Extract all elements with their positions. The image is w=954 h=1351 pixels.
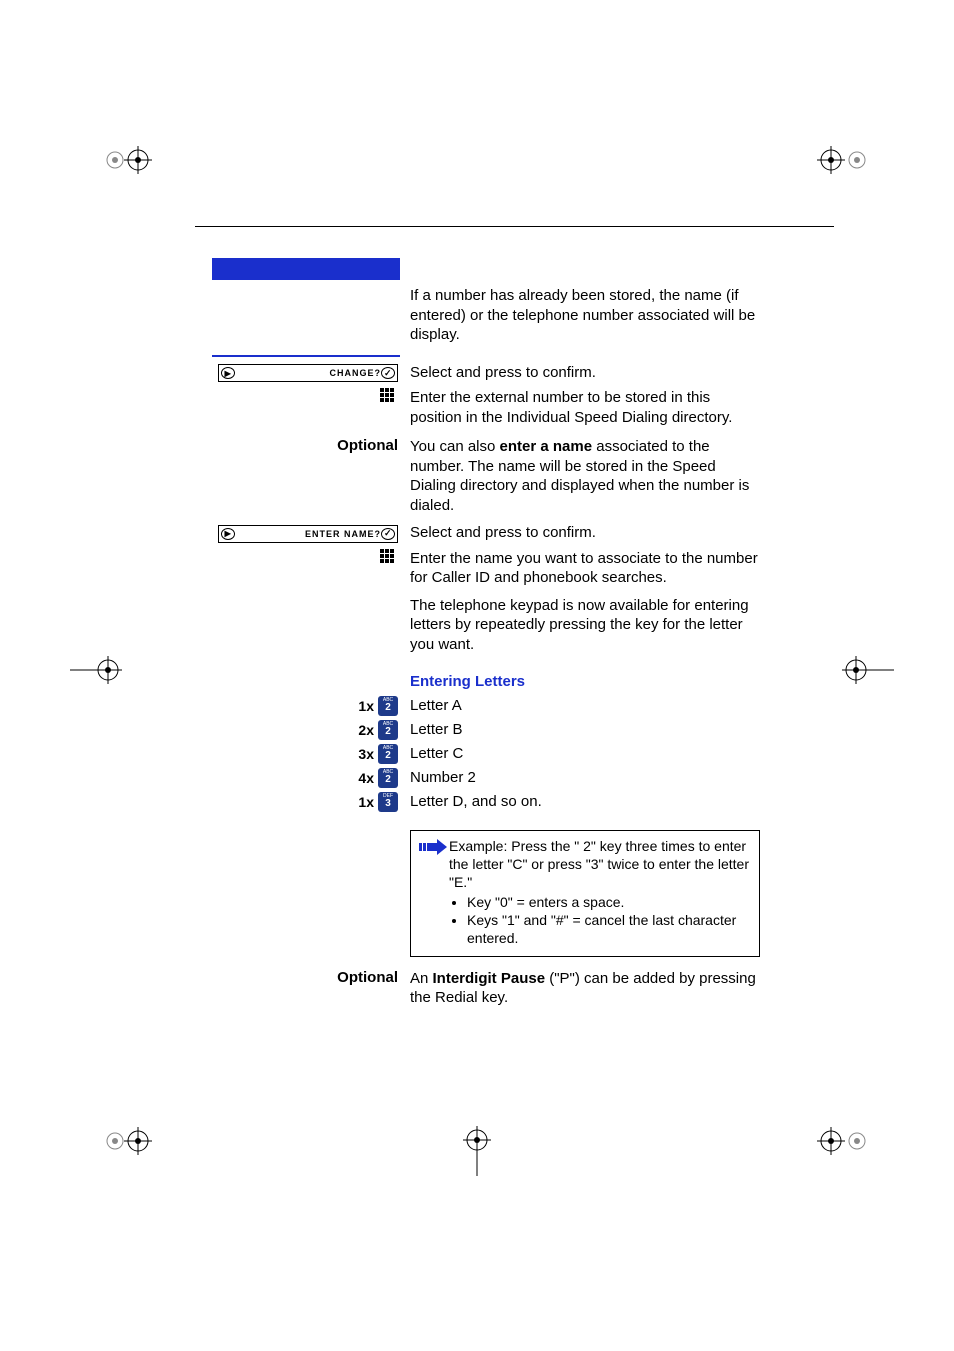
letter-row: 2xABC2Letter B — [212, 720, 760, 740]
optional-label-1: Optional — [337, 437, 398, 454]
letter-desc: Letter B — [402, 721, 760, 738]
keypad-icon — [380, 549, 398, 567]
letter-desc: Letter C — [402, 745, 760, 762]
letter-row: 1xABC2Letter A — [212, 696, 760, 716]
check-icon: ✓ — [381, 367, 395, 379]
press-count: 1x — [358, 794, 374, 810]
key-button-2: ABC2 — [378, 720, 398, 740]
letter-row: 1xDEF3Letter D, and so on. — [212, 792, 760, 812]
display-enter-name-text: ENTER NAME? — [238, 529, 381, 539]
note-bullet-1: Key "0" = enters a space. — [467, 893, 751, 911]
keypad-icon — [380, 388, 398, 406]
letter-desc: Number 2 — [402, 769, 760, 786]
change-desc: Select and press to confirm. — [402, 363, 760, 383]
crop-mark-ml — [70, 640, 130, 700]
crop-mark-mr — [834, 640, 894, 700]
key-button-2: ABC2 — [378, 768, 398, 788]
enter-number-desc: Enter the external number to be stored i… — [402, 388, 760, 427]
key-button-2: ABC2 — [378, 696, 398, 716]
letter-desc: Letter D, and so on. — [402, 793, 760, 810]
crop-mark-bl — [100, 1111, 160, 1171]
crop-mark-tr — [809, 130, 869, 190]
note-bullet-2: Keys "1" and "#" = cancel the last chara… — [467, 911, 751, 947]
press-count: 3x — [358, 746, 374, 762]
entering-letters-title: Entering Letters — [402, 672, 760, 692]
note-arrow-icon — [419, 837, 449, 859]
arrow-icon: ▶ — [221, 528, 235, 540]
step-divider — [212, 355, 400, 357]
crop-mark-tl — [100, 130, 160, 190]
crop-mark-br — [809, 1111, 869, 1171]
keypad-desc: The telephone keypad is now available fo… — [402, 596, 760, 655]
enter-name-text-desc: Enter the name you want to associate to … — [402, 549, 760, 588]
header-rule — [195, 226, 834, 227]
arrow-icon: ▶ — [221, 367, 235, 379]
display-change: ▶ CHANGE? ✓ — [218, 364, 398, 382]
letter-row: 3xABC2Letter C — [212, 744, 760, 764]
letter-desc: Letter A — [402, 697, 760, 714]
display-enter-name: ▶ ENTER NAME? ✓ — [218, 525, 398, 543]
key-button-3: DEF3 — [378, 792, 398, 812]
section-bar — [212, 258, 400, 280]
example-note: Example: Press the " 2" key three times … — [410, 830, 760, 957]
note-intro: Example: Press the " 2" key three times … — [449, 837, 751, 892]
display-change-text: CHANGE? — [238, 368, 381, 378]
press-count: 4x — [358, 770, 374, 786]
check-icon: ✓ — [381, 528, 395, 540]
crop-mark-bc — [447, 1116, 507, 1176]
content-area: If a number has already been stored, the… — [212, 280, 760, 1008]
key-button-2: ABC2 — [378, 744, 398, 764]
optional2-text: An Interdigit Pause ("P") can be added b… — [402, 969, 760, 1008]
optional-label-2: Optional — [337, 969, 398, 986]
press-count: 2x — [358, 722, 374, 738]
enter-name-desc: Select and press to confirm. — [402, 523, 760, 543]
press-count: 1x — [358, 698, 374, 714]
optional1-text: You can also enter a name associated to … — [402, 437, 760, 515]
intro-text: If a number has already been stored, the… — [402, 286, 760, 345]
letter-row: 4xABC2Number 2 — [212, 768, 760, 788]
